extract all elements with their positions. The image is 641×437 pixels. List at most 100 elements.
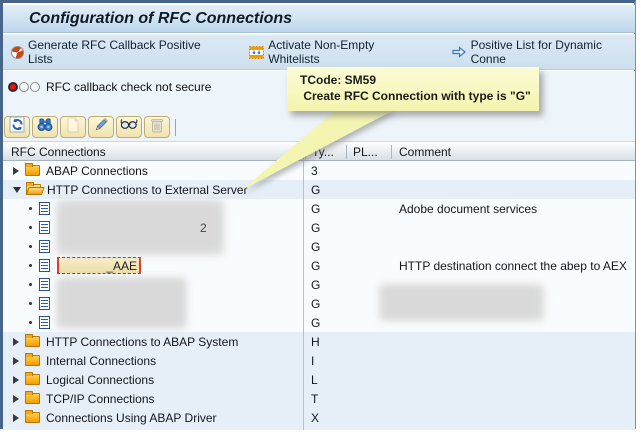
generate-icon bbox=[11, 45, 24, 59]
type-cell: G bbox=[311, 259, 321, 273]
type-cell: T bbox=[311, 392, 319, 406]
document-icon bbox=[39, 221, 50, 234]
type-cell: G bbox=[311, 202, 321, 216]
traffic-light-icon bbox=[8, 82, 40, 92]
document-icon bbox=[39, 240, 50, 253]
bullet-icon bbox=[29, 245, 32, 248]
group-label: Connections Using ABAP Driver bbox=[46, 410, 217, 425]
title-bar: Configuration of RFC Connections bbox=[3, 5, 635, 33]
tree-group-row[interactable]: Internal Connections I bbox=[3, 351, 635, 370]
document-icon bbox=[39, 202, 50, 215]
column-header-pl[interactable]: PL... bbox=[353, 145, 378, 159]
create-icon bbox=[66, 117, 80, 138]
toolbar-button-label: Generate RFC Callback Positive Lists bbox=[28, 38, 201, 66]
document-icon bbox=[39, 259, 50, 272]
column-divider bbox=[305, 145, 306, 159]
expand-arrow-icon[interactable] bbox=[13, 166, 19, 175]
toolbar-button-label: Activate Non-Empty Whitelists bbox=[268, 38, 375, 66]
bullet-icon bbox=[29, 321, 32, 324]
connection-name: _AAE bbox=[106, 258, 137, 273]
app-toolbar: Generate RFC Callback Positive Lists Acti… bbox=[3, 34, 635, 70]
tree-group-row[interactable]: TCP/IP Connections T bbox=[3, 389, 635, 408]
tree-leaf-row[interactable]: _AAE G HTTP destination connect the abep t… bbox=[3, 256, 635, 275]
activate-whitelists-button[interactable]: Activate Non-Empty Whitelists bbox=[249, 38, 423, 66]
bullet-icon bbox=[29, 207, 32, 210]
column-header-comment[interactable]: Comment bbox=[399, 145, 451, 159]
type-cell: G bbox=[311, 240, 321, 254]
collapse-arrow-icon[interactable] bbox=[13, 187, 21, 193]
toolbar-divider bbox=[175, 118, 176, 136]
status-line: RFC callback check not secure bbox=[8, 80, 211, 94]
refresh-button[interactable] bbox=[4, 116, 30, 138]
expand-arrow-icon[interactable] bbox=[13, 356, 19, 365]
column-header-type[interactable]: Ty... bbox=[312, 145, 334, 159]
icon-toolbar bbox=[4, 116, 176, 138]
column-separator-line bbox=[303, 141, 304, 430]
group-label: Logical Connections bbox=[46, 372, 155, 387]
generate-rfc-callback-button[interactable]: Generate RFC Callback Positive Lists bbox=[11, 38, 222, 66]
create-button[interactable] bbox=[60, 116, 86, 138]
type-cell: L bbox=[311, 373, 318, 387]
find-button[interactable] bbox=[32, 116, 58, 138]
group-label: HTTP Connections to External Server bbox=[47, 182, 248, 197]
column-header-rfc-connections[interactable]: RFC Connections bbox=[11, 145, 106, 159]
delete-button[interactable] bbox=[144, 116, 170, 138]
document-icon bbox=[39, 316, 50, 329]
sap-sm59-window: Configuration of RFC Connections Generat… bbox=[0, 0, 641, 437]
toolbar-button-label: Positive List for Dynamic Conne bbox=[470, 38, 602, 66]
tree-group-row[interactable]: HTTP Connections to ABAP System H bbox=[3, 332, 635, 351]
edit-icon bbox=[93, 117, 109, 138]
type-cell: H bbox=[311, 335, 320, 349]
tooltip-instruction-text: Create RFC Connection with type is "G" bbox=[300, 89, 531, 103]
type-cell: G bbox=[311, 278, 321, 292]
group-label: TCP/IP Connections bbox=[46, 391, 155, 406]
bullet-icon bbox=[29, 302, 32, 305]
tree-group-row[interactable]: Logical Connections L bbox=[3, 370, 635, 389]
type-cell: G bbox=[311, 221, 321, 235]
edit-button[interactable] bbox=[88, 116, 114, 138]
bullet-icon bbox=[29, 264, 32, 267]
expand-arrow-icon[interactable] bbox=[13, 413, 19, 422]
bullet-icon bbox=[29, 226, 32, 229]
refresh-icon bbox=[9, 116, 26, 138]
type-cell: G bbox=[311, 183, 321, 197]
display-button[interactable] bbox=[116, 116, 142, 138]
document-icon bbox=[39, 297, 50, 310]
green-light-icon bbox=[30, 82, 40, 92]
tree-group-row[interactable]: Connections Using ABAP Driver X bbox=[3, 408, 635, 427]
display-icon bbox=[120, 118, 138, 136]
folder-icon bbox=[26, 182, 41, 195]
redaction-blur bbox=[56, 200, 224, 255]
red-light-icon bbox=[8, 82, 18, 92]
annotation-tooltip: TCode: SM59 Create RFC Connection with t… bbox=[287, 67, 539, 111]
folder-icon bbox=[25, 410, 40, 423]
folder-icon bbox=[25, 334, 40, 347]
selected-connection[interactable]: _AAE bbox=[57, 257, 141, 274]
column-divider bbox=[391, 145, 392, 159]
folder-icon bbox=[25, 353, 40, 366]
document-icon bbox=[39, 278, 50, 291]
table-header: RFC Connections Ty... PL... Comment bbox=[3, 141, 635, 161]
page-title: Configuration of RFC Connections bbox=[29, 10, 293, 27]
expand-arrow-icon[interactable] bbox=[13, 375, 19, 384]
folder-icon bbox=[25, 372, 40, 385]
comment-cell: Adobe document services bbox=[399, 202, 538, 216]
connection-name-suffix: 2 bbox=[200, 221, 207, 235]
tooltip-tcode-text: TCode: SM59 bbox=[300, 73, 377, 87]
type-cell: 3 bbox=[311, 164, 318, 178]
tree-group-row[interactable]: HTTP Connections to External Server G bbox=[3, 180, 635, 199]
column-divider bbox=[346, 145, 347, 159]
positive-list-dynamic-button[interactable]: Positive List for Dynamic Conne bbox=[451, 38, 635, 66]
type-cell: X bbox=[311, 411, 320, 425]
type-cell: G bbox=[311, 316, 321, 330]
group-label: ABAP Connections bbox=[46, 163, 148, 178]
arrow-right-icon bbox=[451, 45, 467, 59]
status-text: RFC callback check not secure bbox=[46, 80, 212, 94]
yellow-light-icon bbox=[19, 82, 29, 92]
type-cell: I bbox=[311, 354, 315, 368]
bullet-icon bbox=[29, 283, 32, 286]
expand-arrow-icon[interactable] bbox=[13, 394, 19, 403]
tree-group-row[interactable]: ABAP Connections 3 bbox=[3, 161, 635, 180]
type-cell: G bbox=[311, 297, 321, 311]
expand-arrow-icon[interactable] bbox=[13, 337, 19, 346]
